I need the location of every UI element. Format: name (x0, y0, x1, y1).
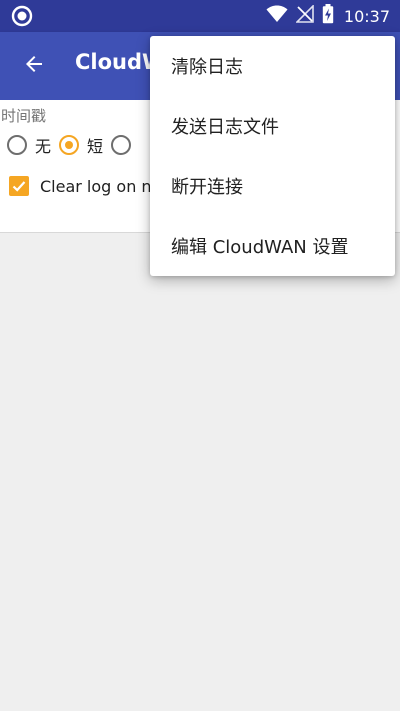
timestamp-label: 时间戳 (1, 107, 47, 125)
radio-label: 短 (87, 137, 104, 156)
radio-label: 无 (35, 137, 52, 156)
circle-record-icon (11, 5, 33, 27)
menu-item-send-log-file[interactable]: 发送日志文件 (150, 96, 395, 156)
back-button[interactable] (16, 48, 52, 84)
status-time: 10:37 (343, 6, 390, 26)
radio-unchecked-icon (111, 135, 132, 155)
menu-item-edit-settings[interactable]: 编辑 CloudWAN 设置 (150, 216, 395, 276)
overflow-menu: 清除日志 发送日志文件 断开连接 编辑 CloudWAN 设置 (150, 36, 395, 276)
wifi-icon (266, 5, 288, 27)
status-icons: 10:37 (266, 0, 390, 32)
radio-option-third[interactable] (111, 135, 139, 155)
radio-checked-icon (59, 135, 80, 155)
radio-option-short[interactable]: 短 (59, 133, 103, 157)
status-bar: 10:37 (0, 0, 400, 32)
battery-charging-icon (322, 4, 334, 28)
no-signal-icon (294, 4, 314, 27)
screen: 10:37 CloudWAN 时间戳 无 短 Clear log on 清除日志… (0, 0, 400, 711)
checkbox-checked-icon (9, 176, 29, 196)
radio-unchecked-icon (7, 135, 27, 155)
back-arrow-icon (22, 52, 46, 80)
radio-option-none[interactable]: 无 (7, 133, 51, 157)
timestamp-radio-group: 无 短 (7, 133, 147, 157)
menu-item-clear-log[interactable]: 清除日志 (150, 36, 395, 96)
menu-item-disconnect[interactable]: 断开连接 (150, 156, 395, 216)
